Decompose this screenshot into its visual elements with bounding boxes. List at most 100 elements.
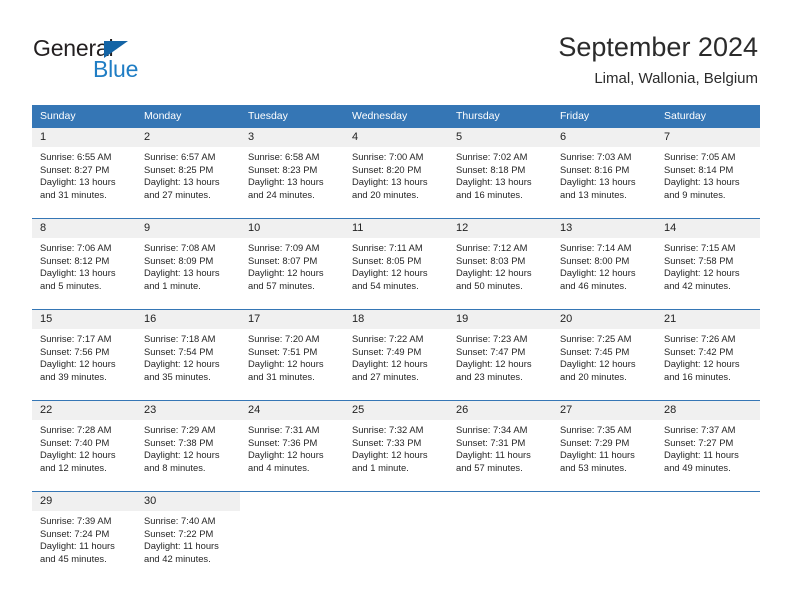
calendar-body: 1 Sunrise: 6:55 AM Sunset: 8:27 PM Dayli…: [32, 127, 760, 582]
day-number: 23: [136, 401, 240, 420]
day-details: Sunrise: 7:32 AM Sunset: 7:33 PM Dayligh…: [344, 420, 448, 474]
daylight-text-line1: Daylight: 12 hours: [40, 358, 116, 370]
daylight-text-line2: and 57 minutes.: [248, 279, 315, 291]
calendar-day-cell[interactable]: 22 Sunrise: 7:28 AM Sunset: 7:40 PM Dayl…: [32, 400, 136, 492]
day-details: Sunrise: 6:57 AM Sunset: 8:25 PM Dayligh…: [136, 147, 240, 201]
calendar-day-cell[interactable]: 27 Sunrise: 7:35 AM Sunset: 7:29 PM Dayl…: [552, 400, 656, 492]
daylight-text-line1: Daylight: 13 hours: [664, 176, 740, 188]
day-number: 25: [344, 401, 448, 420]
day-details: Sunrise: 7:26 AM Sunset: 7:42 PM Dayligh…: [656, 329, 760, 383]
sunrise-text: Sunrise: 7:23 AM: [456, 333, 528, 344]
sunset-text: Sunset: 7:56 PM: [40, 345, 110, 357]
calendar-day-cell[interactable]: 4 Sunrise: 7:00 AM Sunset: 8:20 PM Dayli…: [344, 127, 448, 219]
weekday-header-wednesday: Wednesday: [344, 105, 448, 128]
calendar-day-cell[interactable]: 21 Sunrise: 7:26 AM Sunset: 7:42 PM Dayl…: [656, 309, 760, 401]
sunset-text: Sunset: 8:25 PM: [144, 163, 214, 175]
day-details: Sunrise: 7:14 AM Sunset: 8:00 PM Dayligh…: [552, 238, 656, 292]
daylight-text-line2: and 31 minutes.: [248, 370, 315, 382]
calendar-day-cell[interactable]: 1 Sunrise: 6:55 AM Sunset: 8:27 PM Dayli…: [32, 127, 136, 219]
calendar-day-cell-empty: [656, 491, 760, 582]
calendar-day-cell[interactable]: 26 Sunrise: 7:34 AM Sunset: 7:31 PM Dayl…: [448, 400, 552, 492]
daylight-text-line2: and 42 minutes.: [144, 552, 211, 564]
day-details: Sunrise: 7:15 AM Sunset: 7:58 PM Dayligh…: [656, 238, 760, 292]
daylight-text-line1: Daylight: 12 hours: [248, 267, 324, 279]
sunset-text: Sunset: 7:27 PM: [664, 436, 734, 448]
day-details: Sunrise: 7:02 AM Sunset: 8:18 PM Dayligh…: [448, 147, 552, 201]
daylight-text-line1: Daylight: 12 hours: [352, 449, 428, 461]
calendar-day-cell[interactable]: 17 Sunrise: 7:20 AM Sunset: 7:51 PM Dayl…: [240, 309, 344, 401]
daylight-text-line1: Daylight: 12 hours: [456, 267, 532, 279]
sunrise-text: Sunrise: 7:05 AM: [664, 151, 736, 162]
calendar-day-cell[interactable]: 19 Sunrise: 7:23 AM Sunset: 7:47 PM Dayl…: [448, 309, 552, 401]
day-number: [344, 492, 448, 511]
calendar-day-cell[interactable]: 28 Sunrise: 7:37 AM Sunset: 7:27 PM Dayl…: [656, 400, 760, 492]
calendar-day-cell[interactable]: 30 Sunrise: 7:40 AM Sunset: 7:22 PM Dayl…: [136, 491, 240, 582]
sunset-text: Sunset: 7:24 PM: [40, 527, 110, 539]
day-number: 15: [32, 310, 136, 329]
sunrise-text: Sunrise: 7:22 AM: [352, 333, 424, 344]
sunrise-text: Sunrise: 7:28 AM: [40, 424, 112, 435]
day-number: 17: [240, 310, 344, 329]
calendar-day-cell-empty: [552, 491, 656, 582]
logo-text-blue: Blue: [93, 56, 139, 82]
sunset-text: Sunset: 7:45 PM: [560, 345, 630, 357]
sunrise-text: Sunrise: 7:37 AM: [664, 424, 736, 435]
calendar-day-cell-empty: [240, 491, 344, 582]
calendar-day-cell[interactable]: 18 Sunrise: 7:22 AM Sunset: 7:49 PM Dayl…: [344, 309, 448, 401]
weekday-header-saturday: Saturday: [656, 105, 760, 128]
calendar-day-cell[interactable]: 15 Sunrise: 7:17 AM Sunset: 7:56 PM Dayl…: [32, 309, 136, 401]
calendar-header-row: Sunday Monday Tuesday Wednesday Thursday…: [32, 105, 760, 128]
daylight-text-line2: and 27 minutes.: [352, 370, 419, 382]
day-number: 4: [344, 128, 448, 147]
calendar-day-cell[interactable]: 24 Sunrise: 7:31 AM Sunset: 7:36 PM Dayl…: [240, 400, 344, 492]
calendar-day-cell[interactable]: 29 Sunrise: 7:39 AM Sunset: 7:24 PM Dayl…: [32, 491, 136, 582]
sunset-text: Sunset: 8:14 PM: [664, 163, 734, 175]
calendar-day-cell[interactable]: 7 Sunrise: 7:05 AM Sunset: 8:14 PM Dayli…: [656, 127, 760, 219]
calendar-day-cell[interactable]: 8 Sunrise: 7:06 AM Sunset: 8:12 PM Dayli…: [32, 218, 136, 310]
daylight-text-line2: and 57 minutes.: [456, 461, 523, 473]
calendar-day-cell[interactable]: 20 Sunrise: 7:25 AM Sunset: 7:45 PM Dayl…: [552, 309, 656, 401]
daylight-text-line1: Daylight: 13 hours: [40, 267, 116, 279]
daylight-text-line1: Daylight: 12 hours: [144, 449, 220, 461]
sunset-text: Sunset: 8:09 PM: [144, 254, 214, 266]
page-header: General Blue September 2024 Limal, Wallo…: [0, 0, 792, 100]
sunrise-text: Sunrise: 7:03 AM: [560, 151, 632, 162]
sunset-text: Sunset: 8:05 PM: [352, 254, 422, 266]
sunrise-text: Sunrise: 7:18 AM: [144, 333, 216, 344]
calendar-day-cell[interactable]: 16 Sunrise: 7:18 AM Sunset: 7:54 PM Dayl…: [136, 309, 240, 401]
daylight-text-line1: Daylight: 13 hours: [456, 176, 532, 188]
calendar-day-cell[interactable]: 14 Sunrise: 7:15 AM Sunset: 7:58 PM Dayl…: [656, 218, 760, 310]
sunrise-text: Sunrise: 7:06 AM: [40, 242, 112, 253]
sunrise-text: Sunrise: 6:55 AM: [40, 151, 112, 162]
weekday-header-thursday: Thursday: [448, 105, 552, 128]
calendar-day-cell[interactable]: 6 Sunrise: 7:03 AM Sunset: 8:16 PM Dayli…: [552, 127, 656, 219]
day-details: Sunrise: 7:09 AM Sunset: 8:07 PM Dayligh…: [240, 238, 344, 292]
calendar-week-row: 1 Sunrise: 6:55 AM Sunset: 8:27 PM Dayli…: [32, 127, 760, 219]
daylight-text-line1: Daylight: 11 hours: [144, 540, 219, 552]
calendar-day-cell[interactable]: 12 Sunrise: 7:12 AM Sunset: 8:03 PM Dayl…: [448, 218, 552, 310]
sunrise-text: Sunrise: 7:20 AM: [248, 333, 320, 344]
day-details: Sunrise: 7:22 AM Sunset: 7:49 PM Dayligh…: [344, 329, 448, 383]
calendar-day-cell[interactable]: 10 Sunrise: 7:09 AM Sunset: 8:07 PM Dayl…: [240, 218, 344, 310]
day-number: 3: [240, 128, 344, 147]
daylight-text-line1: Daylight: 12 hours: [144, 358, 220, 370]
general-blue-logo[interactable]: General Blue: [33, 35, 233, 87]
calendar-day-cell[interactable]: 2 Sunrise: 6:57 AM Sunset: 8:25 PM Dayli…: [136, 127, 240, 219]
sunrise-text: Sunrise: 7:00 AM: [352, 151, 424, 162]
day-number: 22: [32, 401, 136, 420]
calendar-day-cell[interactable]: 9 Sunrise: 7:08 AM Sunset: 8:09 PM Dayli…: [136, 218, 240, 310]
sunset-text: Sunset: 8:20 PM: [352, 163, 422, 175]
calendar-day-cell[interactable]: 25 Sunrise: 7:32 AM Sunset: 7:33 PM Dayl…: [344, 400, 448, 492]
calendar-day-cell[interactable]: 3 Sunrise: 6:58 AM Sunset: 8:23 PM Dayli…: [240, 127, 344, 219]
sunset-text: Sunset: 8:07 PM: [248, 254, 318, 266]
calendar-day-cell[interactable]: 23 Sunrise: 7:29 AM Sunset: 7:38 PM Dayl…: [136, 400, 240, 492]
calendar-day-cell[interactable]: 13 Sunrise: 7:14 AM Sunset: 8:00 PM Dayl…: [552, 218, 656, 310]
calendar-day-cell[interactable]: 5 Sunrise: 7:02 AM Sunset: 8:18 PM Dayli…: [448, 127, 552, 219]
day-details: Sunrise: 7:12 AM Sunset: 8:03 PM Dayligh…: [448, 238, 552, 292]
calendar-day-cell[interactable]: 11 Sunrise: 7:11 AM Sunset: 8:05 PM Dayl…: [344, 218, 448, 310]
daylight-text-line1: Daylight: 11 hours: [560, 449, 635, 461]
day-number: 27: [552, 401, 656, 420]
sunset-text: Sunset: 8:03 PM: [456, 254, 526, 266]
day-details: Sunrise: 7:23 AM Sunset: 7:47 PM Dayligh…: [448, 329, 552, 383]
sunset-text: Sunset: 8:27 PM: [40, 163, 110, 175]
